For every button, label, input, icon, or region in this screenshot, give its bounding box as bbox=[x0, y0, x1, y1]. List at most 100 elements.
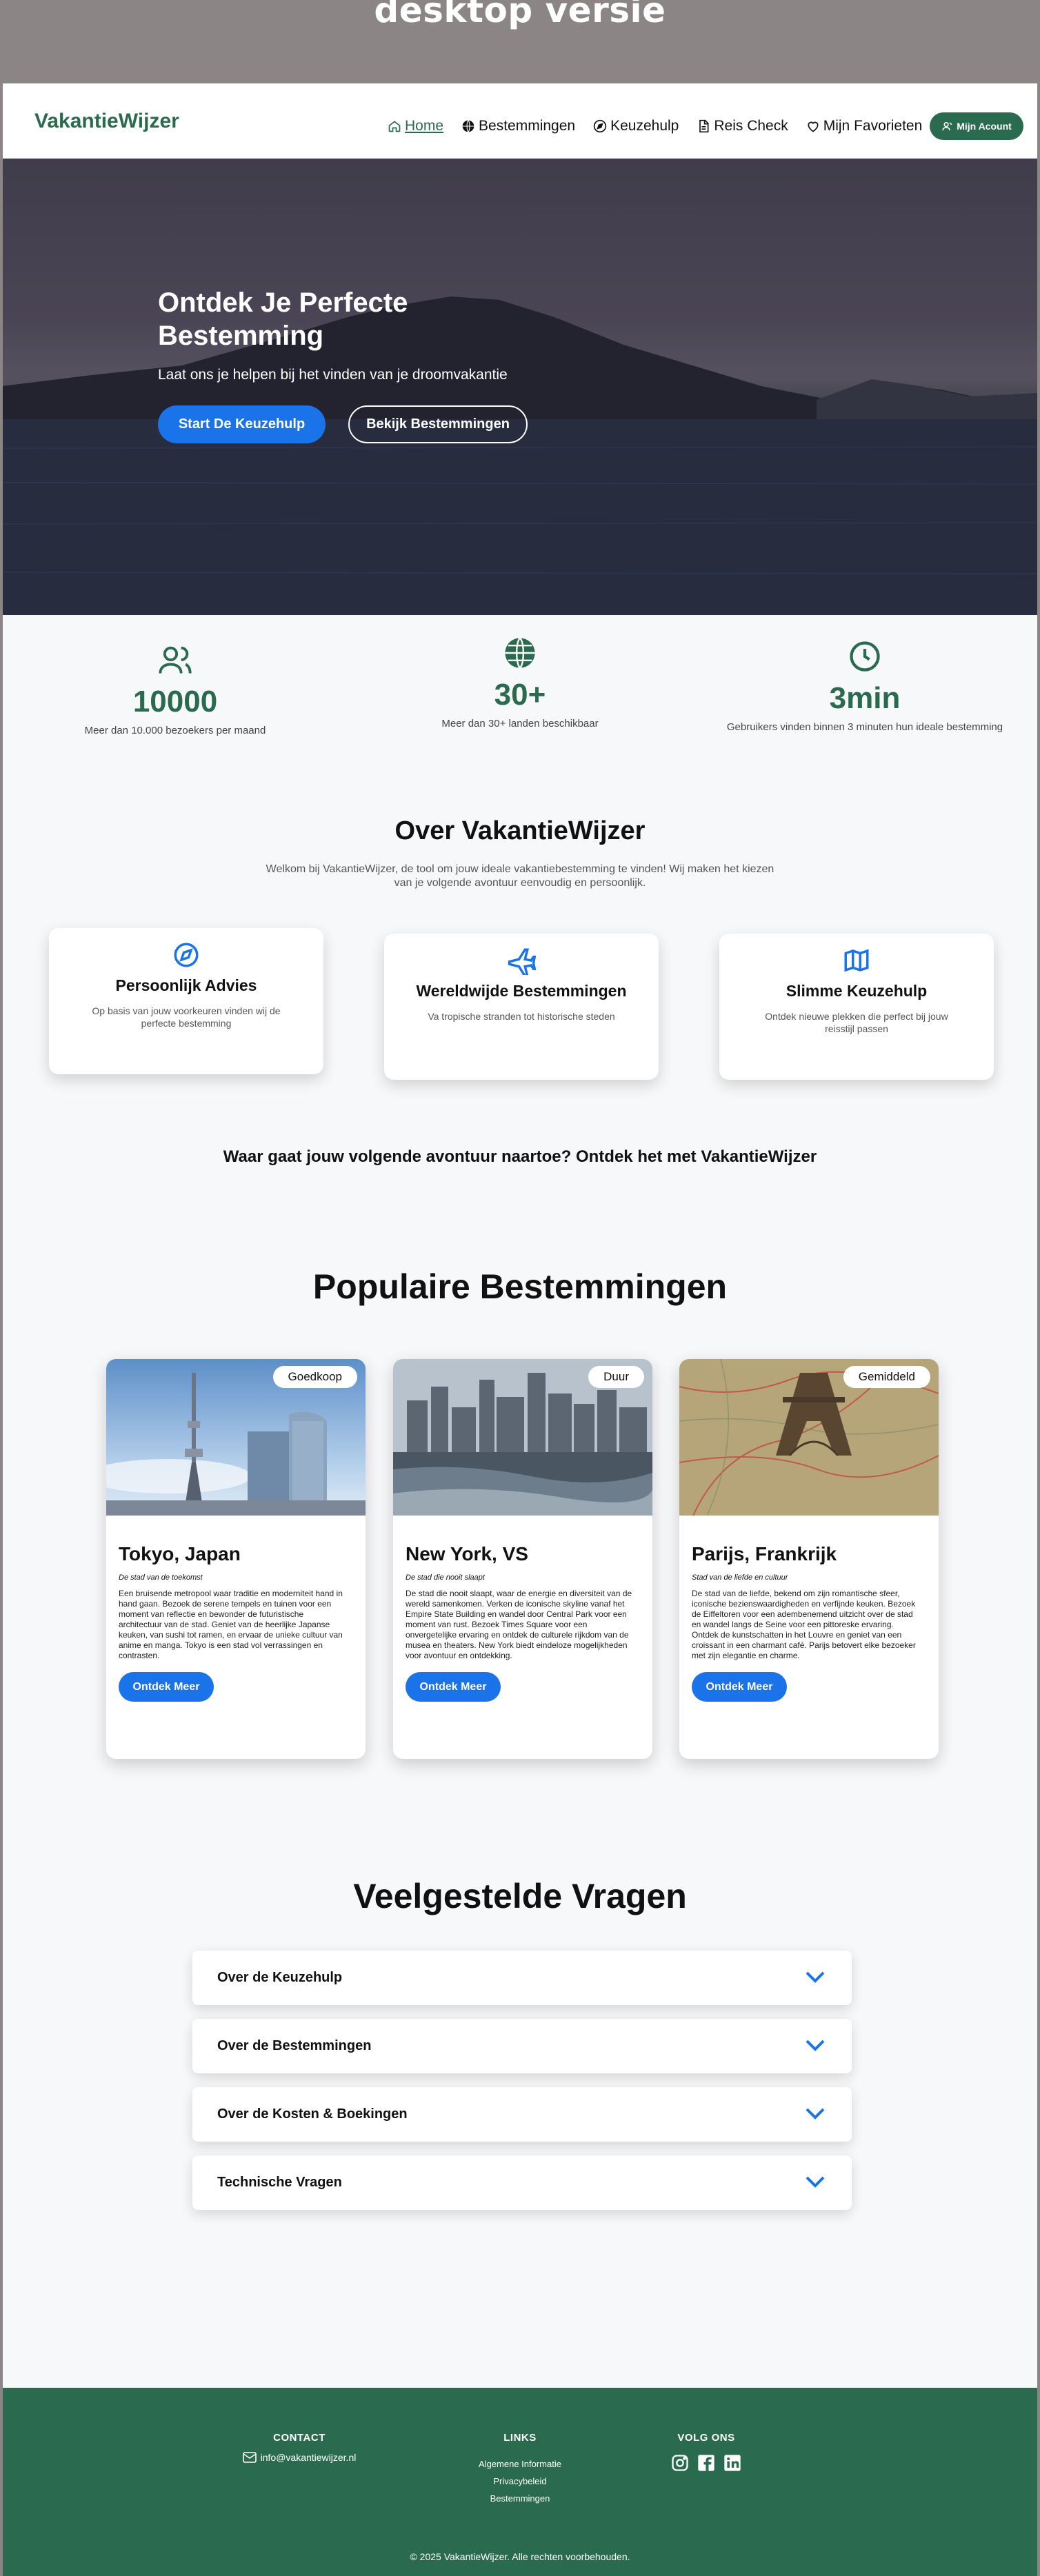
feature-card: Slimme Keuzehulp Ontdek nieuwe plekken d… bbox=[719, 934, 994, 1080]
hero-subtitle: Laat ons je helpen bij het vinden van je… bbox=[158, 367, 508, 383]
facebook-icon[interactable] bbox=[697, 2453, 716, 2473]
linkedin-icon[interactable] bbox=[723, 2453, 742, 2473]
price-badge: Duur bbox=[588, 1366, 644, 1388]
feature-text: Op basis van jouw voorkeuren vinden wij … bbox=[92, 1005, 281, 1029]
destination-card-new-york[interactable]: Duur New York, VS De stad die nooit slaa… bbox=[393, 1359, 652, 1759]
footer-contact: CONTACT info@vakantiewijzer.nl bbox=[237, 2432, 361, 2463]
user-icon bbox=[942, 121, 952, 130]
footer-heading: VOLG ONS bbox=[677, 2432, 735, 2444]
tagline: Waar gaat jouw volgende avontuur naartoe… bbox=[223, 1147, 817, 1166]
footer-email[interactable]: info@vakantiewijzer.nl bbox=[237, 2452, 361, 2463]
faq-question: Technische Vragen bbox=[217, 2175, 342, 2190]
nav-link-label: Home bbox=[405, 118, 444, 134]
mail-icon bbox=[242, 2452, 257, 2463]
card-description: Een bruisende metropool waar traditie en… bbox=[119, 1589, 343, 1660]
hero-title: Ontdek Je Perfecte Bestemming bbox=[158, 288, 408, 351]
stat-visitors: 10000 Meer dan 10.000 bezoekers per maan… bbox=[17, 642, 334, 736]
plane-icon bbox=[508, 948, 536, 975]
feature-title: Wereldwijde Bestemmingen bbox=[416, 982, 627, 1000]
brand-logo[interactable]: VakantieWijzer bbox=[34, 110, 179, 133]
about-title: Over VakantieWijzer bbox=[394, 816, 646, 845]
card-subtitle: De stad van de toekomst bbox=[119, 1573, 203, 1582]
price-badge: Gemiddeld bbox=[843, 1366, 930, 1388]
faq-item[interactable]: Technische Vragen bbox=[192, 2155, 852, 2210]
presentation-banner: desktop versie bbox=[0, 0, 1040, 83]
footer-heading: LINKS bbox=[503, 2432, 537, 2444]
globe-icon bbox=[505, 637, 535, 669]
copyright: © 2025 VakantieWijzer. Alle rechten voor… bbox=[410, 2551, 630, 2562]
faq-item[interactable]: Over de Bestemmingen bbox=[192, 2019, 852, 2073]
hero-overlay bbox=[3, 159, 1037, 615]
card-title: Tokyo, Japan bbox=[119, 1543, 241, 1564]
nav-links: Home Bestemmingen Keuzehulp Reis Check M… bbox=[388, 118, 940, 134]
social-icons bbox=[651, 2453, 761, 2473]
nav-link-bestemmingen[interactable]: Bestemmingen bbox=[461, 118, 575, 134]
nav-link-favorieten[interactable]: Mijn Favorieten bbox=[806, 118, 923, 134]
card-description: De stad van de liefde, bekend om zijn ro… bbox=[692, 1589, 916, 1660]
price-badge: Goedkoop bbox=[272, 1366, 357, 1388]
users-icon bbox=[159, 646, 192, 674]
footer-social: VOLG ONS bbox=[651, 2432, 761, 2473]
chevron-down-icon bbox=[806, 2040, 825, 2051]
footer-heading: CONTACT bbox=[273, 2432, 326, 2444]
card-title: Parijs, Frankrijk bbox=[692, 1543, 837, 1564]
ontdek-meer-button[interactable]: Ontdek Meer bbox=[119, 1672, 214, 1702]
nav-link-label: Keuzehulp bbox=[610, 118, 679, 134]
nav-link-label: Mijn Favorieten bbox=[823, 118, 923, 134]
stat-label: Meer dan 10.000 bezoekers per maand bbox=[84, 725, 266, 736]
manhattan-skyline-photo: Duur bbox=[393, 1359, 652, 1516]
map-icon bbox=[844, 949, 869, 972]
clock-icon bbox=[850, 641, 880, 672]
compass-icon bbox=[174, 943, 199, 967]
account-button[interactable]: Mijn Acount bbox=[930, 112, 1023, 140]
card-description: De stad die nooit slaapt, waar de energi… bbox=[406, 1589, 632, 1660]
compass-icon bbox=[593, 119, 607, 133]
start-keuzehulp-button[interactable]: Start De Keuzehulp bbox=[158, 405, 326, 443]
nav-link-home[interactable]: Home bbox=[388, 118, 443, 134]
chevron-down-icon bbox=[806, 2108, 825, 2120]
instagram-icon[interactable] bbox=[670, 2453, 690, 2473]
page-frame: VakantieWijzer Home Bestemmingen Keuzehu… bbox=[3, 83, 1037, 2576]
stat-value: 10000 bbox=[132, 685, 218, 718]
globe-icon bbox=[462, 120, 474, 132]
faq-item[interactable]: Over de Keuzehulp bbox=[192, 1951, 852, 2005]
nav-link-label: Reis Check bbox=[714, 118, 788, 134]
feature-card: Wereldwijde Bestemmingen Va tropische st… bbox=[384, 934, 659, 1080]
banner-title: desktop versie bbox=[374, 0, 666, 30]
faq-item[interactable]: Over de Kosten & Boekingen bbox=[192, 2087, 852, 2142]
footer-link[interactable]: Bestemmingen bbox=[458, 2493, 582, 2504]
heart-icon bbox=[808, 121, 819, 132]
stat-label: Meer dan 30+ landen beschikbaar bbox=[441, 718, 599, 729]
card-subtitle: De stad die nooit slaapt bbox=[406, 1573, 485, 1582]
ontdek-meer-button[interactable]: Ontdek Meer bbox=[692, 1672, 787, 1702]
destination-card-tokyo[interactable]: Goedkoop Tokyo, Japan De stad van de toe… bbox=[106, 1359, 366, 1759]
destinations-title: Populaire Bestemmingen bbox=[312, 1267, 728, 1306]
account-label: Mijn Acount bbox=[957, 121, 1012, 132]
feature-text: Va tropische stranden tot historische st… bbox=[428, 1011, 615, 1022]
footer-link[interactable]: Privacybeleid bbox=[458, 2476, 582, 2486]
eiffel-map-photo: Gemiddeld bbox=[679, 1359, 939, 1516]
destination-card-parijs[interactable]: Gemiddeld Parijs, Frankrijk Stad van de … bbox=[679, 1359, 939, 1759]
card-subtitle: Stad van de liefde en cultuur bbox=[692, 1573, 788, 1582]
nav-link-label: Bestemmingen bbox=[479, 118, 576, 134]
bekijk-bestemmingen-button[interactable]: Bekijk Bestemmingen bbox=[348, 405, 528, 443]
tokyo-tower-photo: Goedkoop bbox=[106, 1359, 366, 1516]
nav-link-reis-check[interactable]: Reis Check bbox=[697, 118, 788, 134]
navbar: VakantieWijzer Home Bestemmingen Keuzehu… bbox=[3, 83, 1037, 159]
faq-question: Over de Kosten & Boekingen bbox=[217, 2106, 408, 2122]
feature-card: Persoonlijk Advies Op basis van jouw voo… bbox=[49, 928, 323, 1074]
home-icon bbox=[388, 121, 401, 132]
nav-link-keuzehulp[interactable]: Keuzehulp bbox=[593, 118, 679, 134]
footer-link[interactable]: Algemene Informatie bbox=[458, 2459, 582, 2469]
faq-question: Over de Keuzehulp bbox=[217, 1970, 343, 1985]
card-title: New York, VS bbox=[406, 1543, 528, 1564]
ontdek-meer-button[interactable]: Ontdek Meer bbox=[406, 1672, 501, 1702]
stat-value: 3min bbox=[829, 681, 901, 715]
chevron-down-icon bbox=[806, 2176, 825, 2188]
stat-label: Gebruikers vinden binnen 3 minuten hun i… bbox=[726, 721, 1003, 733]
stat-time: 3min Gebruikers vinden binnen 3 minuten … bbox=[706, 638, 1023, 733]
feature-title: Slimme Keuzehulp bbox=[786, 982, 928, 1000]
stat-countries: 30+ Meer dan 30+ landen beschikbaar bbox=[361, 635, 679, 729]
chevron-down-icon bbox=[806, 1971, 825, 1983]
footer: CONTACT info@vakantiewijzer.nl LINKS Alg… bbox=[3, 2388, 1037, 2576]
